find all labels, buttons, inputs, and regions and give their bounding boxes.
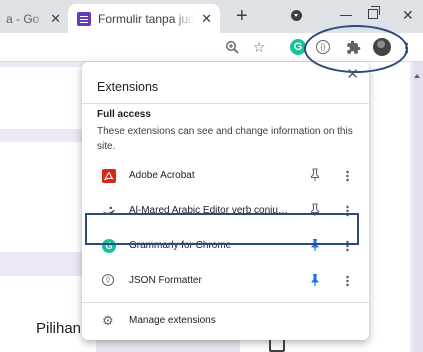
minimize-button[interactable] bbox=[340, 15, 352, 16]
bookmark-star-icon[interactable]: ☆ bbox=[251, 39, 267, 55]
new-tab-button[interactable]: + bbox=[236, 6, 248, 26]
more-options-icon[interactable] bbox=[346, 205, 349, 217]
extension-name: Grammarly for Chrome bbox=[129, 240, 232, 251]
chrome-menu-icon[interactable] bbox=[405, 42, 408, 54]
json-formatter-toolbar-icon[interactable]: {} bbox=[316, 40, 330, 54]
tab-search-icon[interactable] bbox=[291, 10, 302, 21]
pin-icon[interactable] bbox=[309, 238, 321, 252]
tab-close-icon[interactable]: ✕ bbox=[50, 12, 61, 25]
close-icon[interactable]: ✕ bbox=[346, 67, 359, 82]
section-header: Full access bbox=[97, 109, 151, 120]
divider bbox=[82, 103, 369, 104]
popup-title: Extensions bbox=[97, 80, 159, 94]
tab-label: a - Go bbox=[6, 11, 40, 26]
scrollbar-track[interactable] bbox=[414, 62, 423, 352]
grammarly-icon: G bbox=[102, 239, 116, 253]
window-close-button[interactable]: ✕ bbox=[402, 8, 414, 22]
grammarly-toolbar-icon[interactable]: G bbox=[290, 39, 306, 55]
extension-item-json-formatter[interactable]: {} JSON Formatter bbox=[82, 267, 369, 295]
manage-extensions-button[interactable]: ⚙ Manage extensions bbox=[82, 307, 369, 335]
more-options-icon[interactable] bbox=[346, 240, 349, 252]
json-formatter-icon: {} bbox=[102, 274, 114, 286]
gear-icon: ⚙ bbox=[102, 313, 114, 328]
extension-item-grammarly[interactable]: G Grammarly for Chrome bbox=[82, 232, 369, 260]
extension-name: Adobe Acrobat bbox=[129, 170, 195, 181]
more-options-icon[interactable] bbox=[346, 275, 349, 287]
extensions-popup: ✕ Extensions Full access These extension… bbox=[82, 62, 369, 340]
tab-inactive[interactable]: a - Go ✕ bbox=[0, 4, 68, 33]
restore-button[interactable] bbox=[368, 6, 380, 19]
tab-active[interactable]: Formulir tanpa judul ✕ bbox=[68, 4, 220, 33]
scroll-up-arrow[interactable] bbox=[414, 74, 420, 78]
section-description: These extensions can see and change info… bbox=[97, 126, 353, 152]
extension-item-adobe-acrobat[interactable]: Adobe Acrobat bbox=[82, 162, 369, 190]
extension-name: Al-Mared Arabic Editor verb conjugator bbox=[129, 205, 289, 216]
tab-strip: a - Go ✕ Formulir tanpa judul ✕ + ✕ bbox=[0, 0, 423, 33]
more-options-icon[interactable] bbox=[346, 170, 349, 182]
adobe-acrobat-icon bbox=[102, 169, 116, 183]
browser-toolbar: ☆ G {} bbox=[0, 33, 423, 62]
manage-extensions-label: Manage extensions bbox=[129, 315, 216, 326]
al-mared-icon bbox=[102, 204, 116, 218]
zoom-icon[interactable] bbox=[224, 39, 240, 55]
extension-item-al-mared[interactable]: Al-Mared Arabic Editor verb conjugator bbox=[82, 197, 369, 225]
profile-avatar[interactable] bbox=[373, 38, 391, 56]
pin-icon[interactable] bbox=[309, 168, 321, 182]
form-card bbox=[0, 142, 92, 252]
extensions-puzzle-icon[interactable] bbox=[345, 39, 361, 55]
extension-name: JSON Formatter bbox=[129, 275, 202, 286]
tab-label: Formulir tanpa judul bbox=[98, 11, 194, 26]
divider bbox=[82, 302, 369, 303]
pin-icon[interactable] bbox=[309, 273, 321, 287]
pin-icon[interactable] bbox=[309, 203, 321, 217]
google-forms-icon bbox=[77, 11, 91, 26]
tab-close-icon[interactable]: ✕ bbox=[201, 12, 212, 25]
